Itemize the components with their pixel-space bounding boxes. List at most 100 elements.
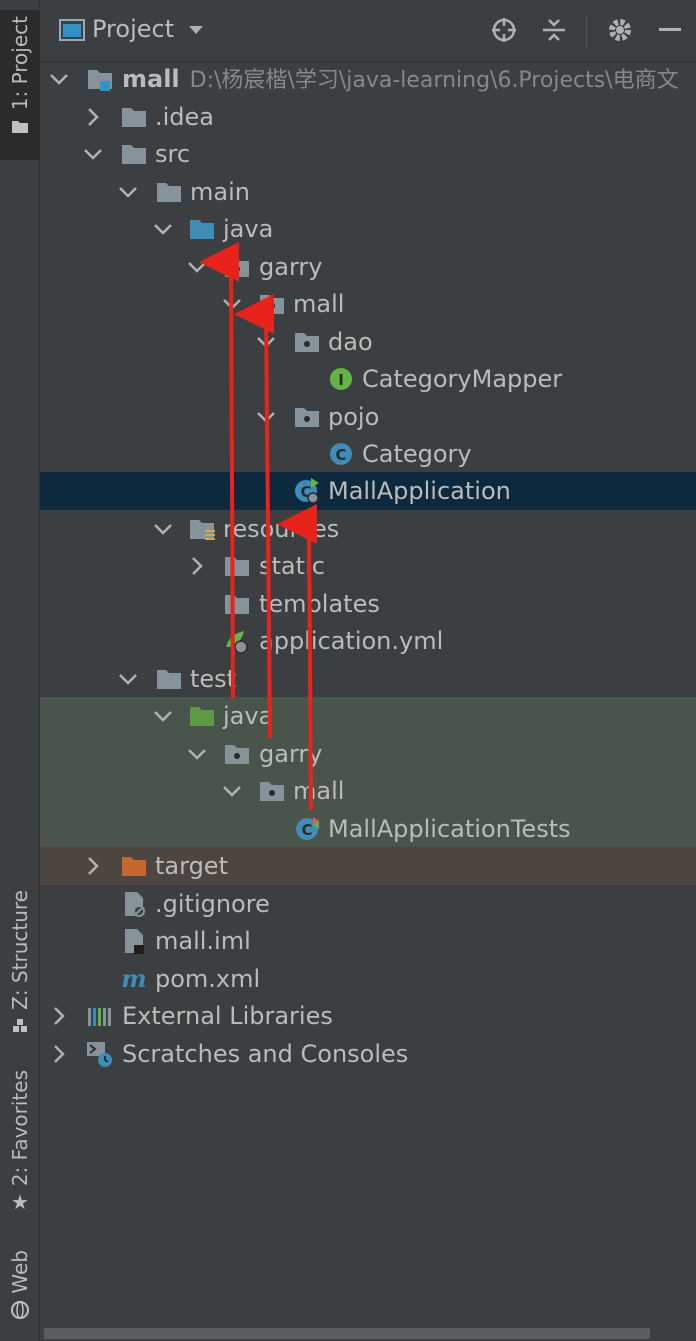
tree-node-target[interactable]: target [40,847,696,885]
tree-node-label: resources [223,515,340,543]
folder-icon [10,116,30,136]
tree-node-label: mall [293,777,345,805]
tree-node-application-yml[interactable]: application.yml [40,622,696,660]
chevron-down-icon[interactable] [152,518,174,540]
project-header: Project [40,0,696,62]
chevron-right-icon[interactable] [82,855,104,877]
folder-icon [155,665,183,693]
tree-node-label: static [259,552,325,580]
tree-node-mall-package[interactable]: mall [40,285,696,323]
tree-node-gitignore[interactable]: .gitignore [40,885,696,923]
tree-node-test[interactable]: test [40,660,696,698]
header-separator [586,14,587,48]
minimize-icon[interactable] [654,14,686,46]
root-module-path: D:\杨宸楷\学习\java-learning\6.Projects\电商文 [189,68,679,93]
favorites-tool-tab[interactable]: 2: Favorites ★ [0,1070,40,1220]
iml-file-icon [120,927,148,955]
tree-node-category-mapper[interactable]: CategoryMapper [40,360,696,398]
folder-icon [120,103,148,131]
test-root-folder-icon [188,702,216,730]
tree-node-src[interactable]: src [40,135,696,173]
structure-icon [10,1016,30,1036]
web-globe-icon [10,1300,30,1320]
tree-node-label: src [155,140,191,168]
tree-node-label: .gitignore [155,890,270,918]
settings-gear-icon[interactable] [604,14,636,46]
folder-icon [223,552,251,580]
tree-node-label: pojo [328,403,380,431]
chevron-right-icon[interactable] [186,555,208,577]
tree-node-test-mall[interactable]: mall [40,772,696,810]
project-view-title[interactable]: Project [92,15,174,43]
folder-icon [223,590,251,618]
chevron-down-icon[interactable] [255,331,277,353]
tree-node-label: target [155,852,228,880]
tree-node-label: External Libraries [122,1002,333,1030]
tree-node-dao[interactable]: dao [40,323,696,361]
tree-node-label: .idea [155,103,215,131]
chevron-right-icon[interactable] [48,1005,70,1027]
structure-tool-tab[interactable]: Z: Structure [0,890,40,1040]
chevron-down-icon[interactable] [82,143,104,165]
module-folder-icon [86,65,114,93]
tree-node-label: Category [362,440,472,468]
tree-node-mall-application-tests[interactable]: MallApplicationTests [40,810,696,848]
tree-node-test-garry[interactable]: garry [40,735,696,773]
package-icon [223,253,251,281]
tree-node-scratches[interactable]: Scratches and Consoles [40,1035,696,1073]
tree-node-label: CategoryMapper [362,365,563,393]
package-icon [293,328,321,356]
tree-node-idea[interactable]: .idea [40,98,696,136]
project-tool-tab[interactable]: 1: Project [0,10,40,160]
chevron-right-icon[interactable] [82,106,104,128]
tree-node-main[interactable]: main [40,173,696,211]
dropdown-icon[interactable] [180,14,212,46]
locate-icon[interactable] [488,14,520,46]
tree-node-templates[interactable]: templates [40,585,696,623]
chevron-down-icon[interactable] [152,218,174,240]
folder-icon [155,178,183,206]
web-tool-tab[interactable]: Web [0,1250,40,1330]
collapse-all-icon[interactable] [538,14,570,46]
package-icon [258,777,286,805]
chevron-right-icon[interactable] [48,1043,70,1065]
chevron-down-icon[interactable] [48,68,70,90]
tree-node-garry[interactable]: garry [40,248,696,286]
chevron-down-icon[interactable] [186,256,208,278]
tree-node-label: mall.iml [155,927,251,955]
chevron-down-icon[interactable] [255,406,277,428]
tree-node-label: main [190,178,250,206]
package-icon [258,290,286,318]
horizontal-scrollbar[interactable] [40,1326,696,1341]
package-icon [223,740,251,768]
favorites-tool-tab-label: 2: Favorites [8,1070,32,1187]
chevron-down-icon[interactable] [117,181,139,203]
resources-folder-icon [188,515,216,543]
tree-node-category[interactable]: Category [40,435,696,473]
maven-icon [120,965,148,993]
tree-node-label: templates [259,590,380,618]
chevron-down-icon[interactable] [117,668,139,690]
root-module-name: mall [122,65,180,93]
chevron-down-icon[interactable] [186,743,208,765]
folder-icon [120,140,148,168]
class-icon [327,440,355,468]
tree-node-test-java[interactable]: java [40,697,696,735]
tree-node-main-java[interactable]: java [40,210,696,248]
tree-node-resources[interactable]: resources [40,510,696,548]
star-icon: ★ [11,1190,29,1215]
tree-node-mall-iml[interactable]: mall.iml [40,922,696,960]
source-root-folder-icon [188,215,216,243]
package-icon [293,403,321,431]
tree-node-pom-xml[interactable]: pom.xml [40,960,696,998]
tree-node-pojo[interactable]: pojo [40,398,696,436]
tree-node-external-libraries[interactable]: External Libraries [40,997,696,1035]
chevron-down-icon[interactable] [221,293,243,315]
scrollbar-thumb[interactable] [44,1328,650,1339]
tree-node-static[interactable]: static [40,547,696,585]
chevron-down-icon[interactable] [152,705,174,727]
tree-node-mall-application[interactable]: MallApplication [40,472,696,510]
tree-node-label: mall [293,290,345,318]
chevron-down-icon[interactable] [221,780,243,802]
tree-node-root-mall[interactable]: mall D:\杨宸楷\学习\java-learning\6.Projects\电… [40,60,696,98]
